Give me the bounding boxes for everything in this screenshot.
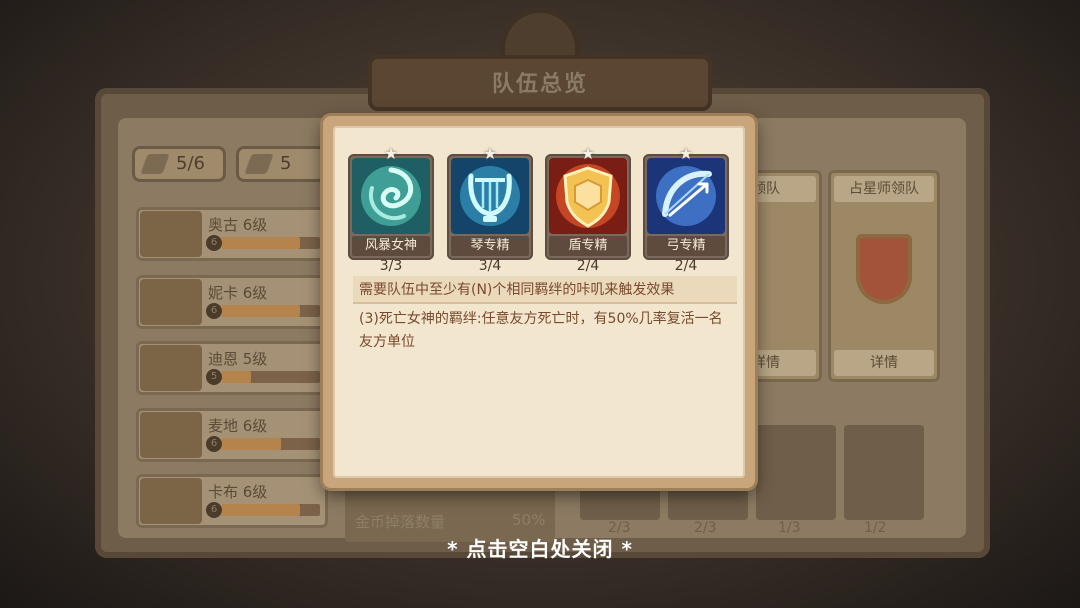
star-icon: ★ — [580, 144, 596, 163]
exp-bar — [222, 305, 320, 317]
close-hint: * 点击空白处关闭 * — [447, 537, 633, 561]
hero-portrait — [140, 478, 202, 524]
bond-slot — [844, 425, 924, 520]
star-icon: ★ — [383, 144, 399, 163]
lyre-icon — [451, 158, 529, 234]
hero-portrait — [140, 279, 202, 325]
hero-card[interactable]: 奥古 6级 6 — [136, 207, 328, 261]
exp-bar — [222, 504, 320, 516]
exp-bar — [222, 438, 320, 450]
bond-storm-goddess[interactable]: 风暴女神 3/3 ★ — [348, 145, 434, 274]
bond-effect-description: (3)死亡女神的羁绊:任意友方死亡时，有50%几率复活一名友方单位 — [359, 311, 723, 350]
astrologer-banner-icon — [856, 234, 912, 304]
bond-shield-mastery[interactable]: 盾专精 2/4 ★ — [545, 145, 631, 274]
hero-portrait — [140, 345, 202, 391]
hero-card[interactable]: 迪恩 5级 5 — [136, 341, 328, 395]
team-size-chip[interactable]: 5/6 — [132, 146, 226, 182]
sword-icon — [244, 154, 274, 174]
storm-swirl-icon — [352, 158, 430, 234]
leader-card[interactable]: 占星师领队 详情 — [828, 170, 940, 382]
page-title: 队伍总览 — [491, 72, 588, 97]
star-icon: ★ — [678, 144, 694, 163]
exp-bar — [222, 237, 320, 249]
hero-card[interactable]: 麦地 6级 6 — [136, 408, 328, 462]
hero-card[interactable]: 妮卡 6级 6 — [136, 275, 328, 329]
bow-icon — [647, 158, 725, 234]
bond-slot — [756, 425, 836, 520]
hero-card[interactable]: 卡布 6级 6 — [136, 474, 328, 528]
exp-bar — [222, 371, 320, 383]
bond-details-popup: 风暴女神 3/3 ★ 琴专精 3/4 ★ 盾专精 2/4 ★ 弓专精 2/4 ★… — [323, 116, 755, 488]
popup-content: 风暴女神 3/3 ★ 琴专精 3/4 ★ 盾专精 2/4 ★ 弓专精 2/4 ★… — [333, 126, 745, 478]
bond-trigger-rule: 需要队伍中至少有(N)个相同羁绊的咔叽来触发效果 — [353, 276, 737, 304]
power-chip[interactable]: 5 — [236, 146, 326, 182]
bond-lyre-mastery[interactable]: 琴专精 3/4 ★ — [447, 145, 533, 274]
leader-details-button[interactable]: 详情 — [834, 350, 934, 376]
hero-portrait — [140, 211, 202, 257]
bond-bow-mastery[interactable]: 弓专精 2/4 ★ — [643, 145, 729, 274]
hero-portrait — [140, 412, 202, 458]
star-icon: ★ — [482, 144, 498, 163]
shield-icon — [549, 158, 627, 234]
sword-icon — [140, 154, 170, 174]
